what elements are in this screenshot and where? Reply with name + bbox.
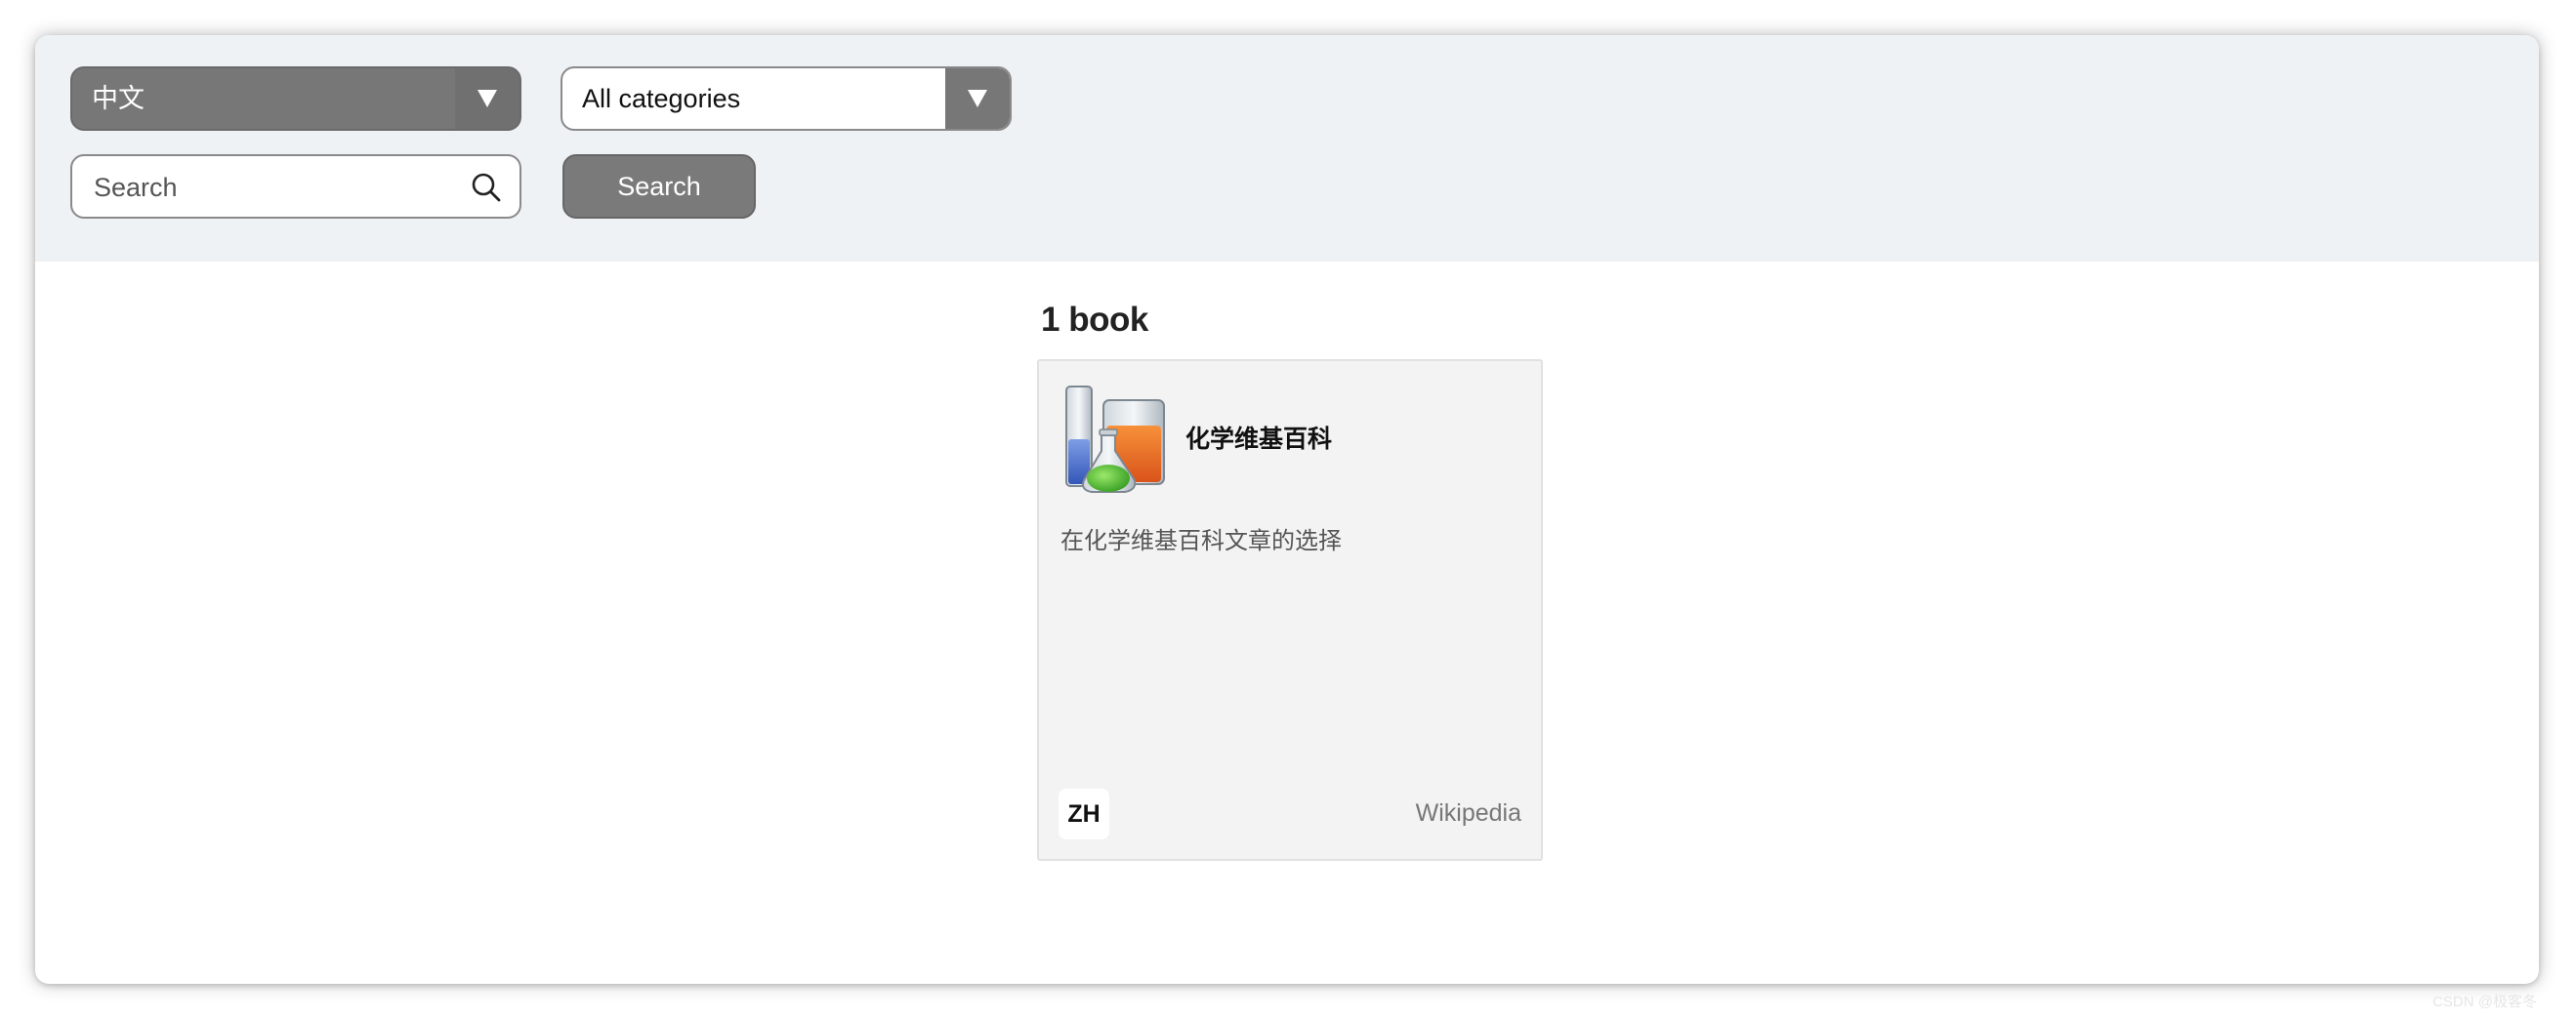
language-badge: ZH [1059,789,1109,839]
result-count: 1 book [1041,301,1148,339]
chevron-down-icon[interactable] [945,68,1010,129]
language-select-value: 中文 [92,84,145,113]
book-title[interactable]: 化学维基百科 [1185,420,1332,455]
search-field[interactable] [70,154,521,219]
language-select[interactable]: 中文 [70,66,521,131]
category-select[interactable]: All categories [561,66,1012,131]
book-description: 在化学维基百科文章的选择 [1060,527,1342,554]
book-publisher: Wikipedia [1415,799,1521,827]
search-input[interactable] [92,164,447,211]
search-button[interactable]: Search [562,154,756,219]
chemistry-glassware-icon [1065,386,1165,493]
search-icon [472,173,501,202]
category-select-value: All categories [582,84,741,113]
library-window: 中文 All categories Search 1 book [35,35,2539,984]
book-card[interactable]: 化学维基百科 在化学维基百科文章的选择 ZH Wikipedia [1037,359,1543,861]
watermark: CSDN @极客冬 [2432,994,2537,1010]
filter-toolbar: 中文 All categories Search [35,35,2539,262]
chevron-down-icon[interactable] [455,68,519,129]
